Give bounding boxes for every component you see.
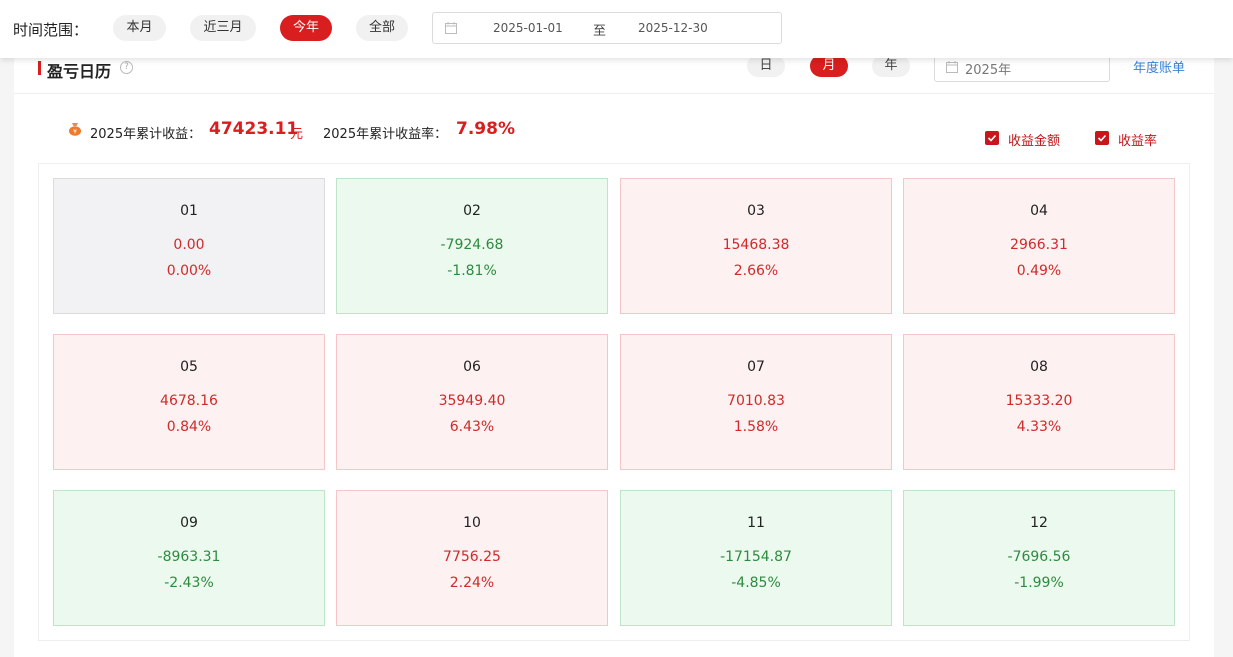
month-label: 07 bbox=[747, 359, 765, 375]
cumulative-profit-value: 47423.11 bbox=[209, 119, 299, 139]
month-cell-12[interactable]: 12 -7696.56 -1.99% bbox=[903, 490, 1175, 626]
month-profit-amount: 4678.16 bbox=[160, 393, 218, 409]
month-profit-rate: 4.33% bbox=[1016, 419, 1062, 435]
cumulative-rate-label: 2025年累计收益率： bbox=[323, 127, 448, 142]
month-label: 09 bbox=[180, 515, 198, 531]
year-value: 2025年 bbox=[965, 63, 1012, 78]
month-cell-03[interactable]: 03 15468.38 2.66% bbox=[620, 178, 892, 314]
annual-bill-link[interactable]: 年度账单 bbox=[1133, 57, 1185, 76]
month-profit-amount: -7696.56 bbox=[1007, 549, 1071, 565]
month-label: 06 bbox=[463, 359, 481, 375]
month-profit-amount: 7756.25 bbox=[443, 549, 501, 565]
range-all-button[interactable]: 全部 bbox=[356, 15, 408, 41]
month-cell-04[interactable]: 04 2966.31 0.49% bbox=[903, 178, 1175, 314]
month-cell-11[interactable]: 11 -17154.87 -4.85% bbox=[620, 490, 892, 626]
view-day-tab[interactable]: 日 bbox=[747, 55, 785, 77]
month-profit-rate: 2.24% bbox=[449, 575, 495, 591]
time-range-label: 时间范围： bbox=[13, 21, 89, 39]
month-profit-rate: 2.66% bbox=[733, 263, 779, 279]
month-cell-08[interactable]: 08 15333.20 4.33% bbox=[903, 334, 1175, 470]
month-cell-06[interactable]: 06 35949.40 6.43% bbox=[336, 334, 608, 470]
month-profit-amount: 35949.40 bbox=[438, 393, 506, 409]
help-icon[interactable]: ? bbox=[120, 61, 133, 74]
month-profit-amount: 0.00 bbox=[173, 237, 205, 253]
month-label: 11 bbox=[747, 515, 765, 531]
date-range-separator: 至 bbox=[593, 24, 607, 39]
range-this-month-button[interactable]: 本月 bbox=[113, 15, 166, 41]
month-cell-07[interactable]: 07 7010.83 1.58% bbox=[620, 334, 892, 470]
money-bag-icon: ¥ bbox=[69, 123, 81, 136]
month-profit-rate: -1.99% bbox=[1014, 575, 1064, 591]
range-last-three-months-button[interactable]: 近三月 bbox=[190, 15, 256, 41]
month-profit-amount: 15468.38 bbox=[722, 237, 790, 253]
start-date-input[interactable]: 2025-01-01 bbox=[493, 21, 563, 35]
show-amount-label: 收益金额 bbox=[1008, 134, 1061, 149]
month-label: 02 bbox=[463, 203, 481, 219]
show-rate-label: 收益率 bbox=[1118, 134, 1158, 149]
currency-unit: 元 bbox=[290, 127, 304, 142]
end-date-input[interactable]: 2025-12-30 bbox=[638, 21, 708, 35]
svg-text:¥: ¥ bbox=[73, 129, 77, 136]
cumulative-rate-value: 7.98% bbox=[456, 119, 515, 139]
calendar-icon bbox=[946, 61, 958, 73]
view-year-tab[interactable]: 年 bbox=[872, 55, 910, 77]
month-profit-amount: -7924.68 bbox=[440, 237, 504, 253]
month-profit-amount: 7010.83 bbox=[727, 393, 785, 409]
month-profit-rate: 0.84% bbox=[166, 419, 212, 435]
cumulative-profit-label: 2025年累计收益： bbox=[90, 127, 202, 142]
month-cell-02[interactable]: 02 -7924.68 -1.81% bbox=[336, 178, 608, 314]
month-profit-rate: 0.49% bbox=[1016, 263, 1062, 279]
view-month-tab[interactable]: 月 bbox=[810, 55, 848, 77]
profit-calendar-card: 盈亏日历 ? 日 月 年 2025年 年度账单 ¥ 2025年累计收益： 474… bbox=[14, 40, 1214, 657]
month-label: 10 bbox=[463, 515, 481, 531]
month-profit-amount: 15333.20 bbox=[1005, 393, 1073, 409]
month-profit-rate: -1.81% bbox=[447, 263, 497, 279]
month-profit-rate: -4.85% bbox=[731, 575, 781, 591]
month-cell-09[interactable]: 09 -8963.31 -2.43% bbox=[53, 490, 325, 626]
month-cell-05[interactable]: 05 4678.16 0.84% bbox=[53, 334, 325, 470]
month-label: 08 bbox=[1030, 359, 1048, 375]
month-cell-10[interactable]: 10 7756.25 2.24% bbox=[336, 490, 608, 626]
month-label: 05 bbox=[180, 359, 198, 375]
checkbox-checked-icon[interactable] bbox=[985, 131, 999, 145]
range-this-year-button[interactable]: 今年 bbox=[280, 15, 332, 41]
month-profit-rate: 6.43% bbox=[449, 419, 495, 435]
month-label: 04 bbox=[1030, 203, 1048, 219]
month-profit-amount: -17154.87 bbox=[720, 549, 792, 565]
month-profit-rate: 1.58% bbox=[733, 419, 779, 435]
card-header: 盈亏日历 ? 日 月 年 2025年 年度账单 bbox=[14, 52, 1214, 94]
month-label: 12 bbox=[1030, 515, 1048, 531]
page-title: 盈亏日历 bbox=[47, 62, 112, 81]
month-profit-amount: 2966.31 bbox=[1010, 237, 1068, 253]
month-cell-01[interactable]: 01 0.00 0.00% bbox=[53, 178, 325, 314]
month-calendar-grid: 01 0.00 0.00% 02 -7924.68 -1.81% 03 1546… bbox=[38, 163, 1190, 641]
month-profit-rate: -2.43% bbox=[164, 575, 214, 591]
checkbox-checked-icon[interactable] bbox=[1095, 131, 1109, 145]
month-label: 03 bbox=[747, 203, 765, 219]
time-range-bar: 时间范围： 本月 近三月 今年 全部 2025-01-01 至 2025-12-… bbox=[0, 0, 1233, 58]
title-accent-bar bbox=[38, 61, 41, 75]
month-label: 01 bbox=[180, 203, 198, 219]
month-profit-amount: -8963.31 bbox=[157, 549, 221, 565]
month-profit-rate: 0.00% bbox=[166, 263, 212, 279]
date-range-picker[interactable]: 2025-01-01 至 2025-12-30 bbox=[432, 12, 782, 44]
calendar-icon bbox=[445, 22, 457, 34]
